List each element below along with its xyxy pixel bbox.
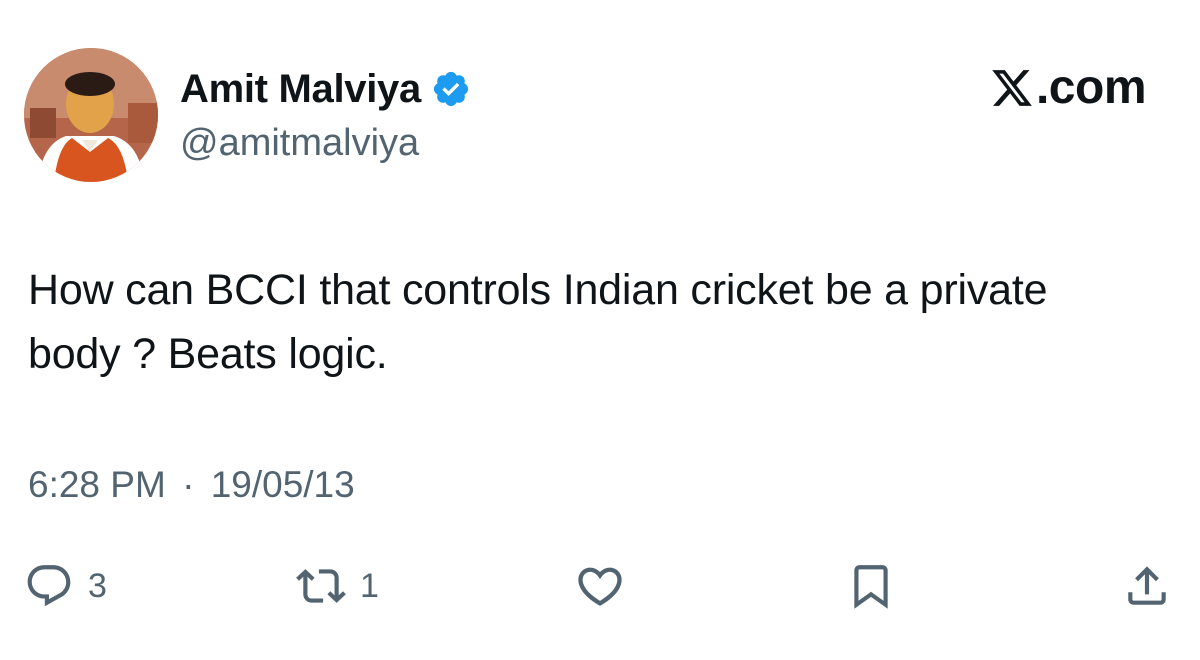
retweet-icon	[296, 561, 346, 611]
tweet-timestamp: 6:28 PM · 19/05/13	[28, 466, 355, 503]
bookmark-button[interactable]	[846, 556, 896, 616]
reply-button[interactable]: 3	[24, 556, 107, 616]
author-display-name[interactable]: Amit Malviya	[180, 69, 421, 109]
brand-logo: .com	[990, 61, 1147, 114]
tweet-date[interactable]: 19/05/13	[211, 464, 355, 505]
share-icon	[1122, 561, 1172, 611]
x-logo-icon	[990, 66, 1034, 110]
tweet-text: How can BCCI that controls Indian cricke…	[28, 266, 1048, 378]
tweet-time[interactable]: 6:28 PM	[28, 464, 166, 505]
profile-photo	[24, 48, 158, 182]
retweet-button[interactable]: 1	[296, 556, 379, 616]
verified-badge-icon	[431, 69, 471, 109]
author-handle[interactable]: @amitmalviya	[180, 124, 419, 162]
meta-separator: ·	[182, 464, 195, 505]
share-button[interactable]	[1122, 556, 1172, 616]
retweet-count: 1	[360, 566, 379, 605]
bookmark-icon	[846, 561, 896, 611]
brand-suffix: .com	[1035, 61, 1147, 114]
heart-icon	[574, 560, 626, 612]
like-button[interactable]	[574, 556, 626, 616]
reply-icon	[24, 561, 74, 611]
avatar[interactable]	[24, 48, 158, 182]
reply-count: 3	[88, 566, 107, 605]
tweet-action-bar: 3 1	[0, 556, 1200, 616]
author-name-row: Amit Malviya	[180, 64, 471, 114]
